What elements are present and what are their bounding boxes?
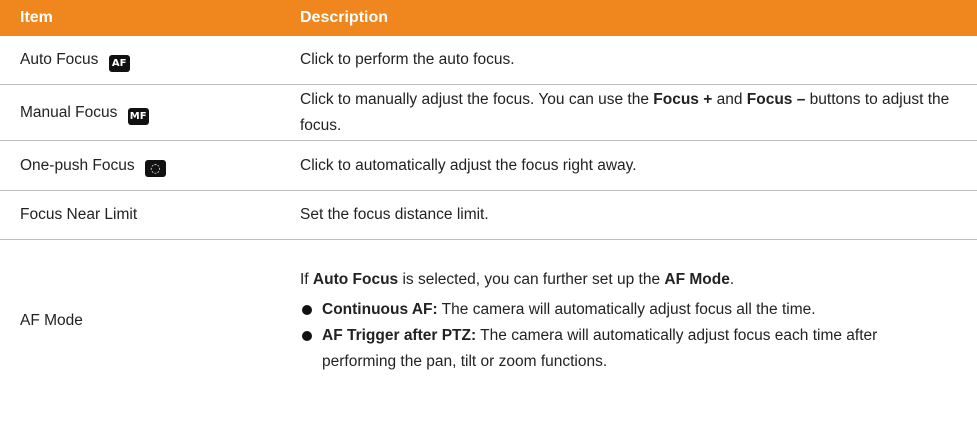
item-label: Auto Focus [20, 51, 99, 68]
description-text: Click to manually adjust the focus. You … [300, 90, 654, 108]
intro-text: If [300, 270, 313, 288]
auto-focus-label: Auto Focus [312, 270, 399, 288]
item-cell: AF Mode [0, 240, 290, 402]
af-mode-intro: If Auto Focus is selected, you can furth… [300, 267, 953, 293]
option-label: Continuous AF: [322, 300, 438, 318]
auto-focus-icon: AF [108, 55, 130, 72]
header-row: Item Description [0, 0, 977, 36]
description-cell: Set the focus distance limit. [290, 190, 977, 240]
item-label: Focus Near Limit [20, 206, 138, 223]
option-text: The camera will automatically adjust foc… [437, 300, 816, 318]
option-label: AF Trigger after PTZ: [322, 326, 477, 344]
description-cell: If Auto Focus is selected, you can furth… [290, 240, 977, 402]
header-item: Item [0, 0, 290, 36]
description-text: and [712, 90, 747, 108]
description-text: Click to automatically adjust the focus … [300, 156, 637, 174]
focus-plus-label: Focus + [653, 90, 713, 108]
table-row: AF Mode If Auto Focus is selected, you c… [0, 240, 977, 402]
manual-focus-icon: MF [127, 107, 149, 125]
item-label: Manual Focus [20, 103, 118, 121]
focus-minus-label: Focus – [746, 90, 806, 108]
table-row: Manual Focus MF Click to manually adjust… [0, 84, 977, 141]
item-cell: Focus Near Limit [0, 190, 290, 240]
description-text: Click to perform the auto focus. [300, 51, 515, 68]
item-cell: Auto Focus AF [0, 35, 290, 85]
table-row: One-push Focus ◌ Click to automatically … [0, 140, 977, 191]
intro-text: is selected, you can further set up the [398, 270, 665, 288]
one-push-focus-icon: ◌ [144, 159, 166, 177]
description-cell: Click to manually adjust the focus. You … [290, 84, 977, 141]
item-label: One-push Focus [20, 156, 135, 174]
focus-settings-table: Item Description Auto Focus AF Click to … [0, 0, 977, 401]
item-cell: Manual Focus MF [0, 84, 290, 141]
table-row: Focus Near Limit Set the focus distance … [0, 190, 977, 240]
description-text: Set the focus distance limit. [300, 206, 489, 223]
description-cell: Click to perform the auto focus. [290, 35, 977, 85]
item-cell: One-push Focus ◌ [0, 140, 290, 191]
intro-text: . [729, 270, 735, 288]
description-cell: Click to automatically adjust the focus … [290, 140, 977, 191]
header-description: Description [290, 0, 977, 36]
list-item: Continuous AF: The camera will automatic… [300, 297, 953, 323]
item-label: AF Mode [20, 311, 83, 329]
af-mode-label: AF Mode [664, 270, 730, 288]
af-mode-options: Continuous AF: The camera will automatic… [300, 297, 953, 375]
table-row: Auto Focus AF Click to perform the auto … [0, 35, 977, 85]
list-item: AF Trigger after PTZ: The camera will au… [300, 323, 953, 375]
